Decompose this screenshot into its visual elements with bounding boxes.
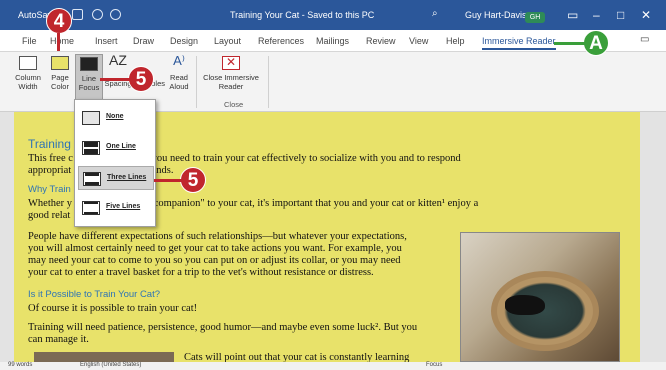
group-label-close: Close	[224, 100, 244, 109]
redo-icon[interactable]	[110, 9, 121, 20]
undo-icon[interactable]	[92, 9, 103, 20]
group-divider	[268, 56, 269, 108]
column-width-icon	[19, 56, 37, 70]
tab-file[interactable]: File	[22, 36, 37, 46]
read-aloud-icon: A⁾	[173, 53, 185, 68]
line-focus-dropdown: None One Line Three Lines Five Lines	[74, 99, 156, 227]
callout-arrow	[554, 42, 585, 45]
tab-layout[interactable]: Layout	[214, 36, 241, 46]
line-focus-five-lines-option[interactable]: Five Lines	[78, 196, 154, 220]
body-line: good relat	[28, 210, 71, 221]
tab-view[interactable]: View	[409, 36, 428, 46]
close-icon[interactable]: ✕	[641, 8, 651, 22]
body-line: Training will need patience, persistence…	[28, 322, 418, 333]
tab-help[interactable]: Help	[446, 36, 465, 46]
step-a-callout: A	[583, 30, 609, 56]
five-lines-icon	[82, 201, 100, 215]
comments-icon[interactable]: ▭	[640, 34, 649, 45]
line-focus-three-lines-option[interactable]: Three Lines	[78, 166, 154, 190]
tab-references[interactable]: References	[258, 36, 304, 46]
minimize-icon[interactable]: –	[593, 8, 600, 22]
tab-mailings[interactable]: Mailings	[316, 36, 349, 46]
body-line: may need your cat to come to you so you …	[28, 255, 401, 266]
group-divider	[196, 56, 197, 108]
body-line: People have different expectations of su…	[28, 231, 407, 242]
callout-arrow	[154, 179, 182, 182]
line-focus-one-line-option[interactable]: One Line	[78, 136, 154, 160]
language-indicator[interactable]: English (United States)	[80, 362, 141, 368]
second-photo	[34, 352, 174, 362]
cat-in-basket-photo	[460, 232, 620, 362]
line-focus-button[interactable]: Line Focus	[75, 54, 103, 100]
tab-design[interactable]: Design	[170, 36, 198, 46]
body-line: your cat to enter a travel basket for a …	[28, 267, 374, 278]
save-icon[interactable]	[72, 9, 83, 20]
word-count[interactable]: 99 words	[8, 362, 32, 368]
step-4-callout: 4	[46, 8, 72, 34]
line-focus-icon	[80, 57, 98, 71]
text-spacing-icon: AZ	[109, 52, 127, 68]
page-color-button[interactable]: Page Color	[46, 56, 74, 91]
column-width-button[interactable]: Column Width	[12, 56, 44, 91]
close-immersive-reader-button[interactable]: ✕ Close Immersive Reader	[200, 56, 262, 91]
line-focus-none-option[interactable]: None	[78, 106, 154, 130]
callout-arrow	[57, 33, 60, 51]
cat-shape	[505, 295, 545, 315]
search-icon[interactable]: ⌕	[432, 8, 438, 19]
tab-immersive-reader[interactable]: Immersive Reader	[482, 36, 556, 50]
status-bar: 99 words English (United States) Focus	[0, 362, 666, 370]
body-line: Cats will point out that your cat is con…	[184, 352, 410, 362]
page-color-icon	[51, 56, 69, 70]
ribbon-tabs: File Home Insert Draw Design Layout Refe…	[0, 30, 666, 52]
body-line: Of course it is possible to train your c…	[28, 303, 198, 314]
step-5-callout-ribbon: 5	[128, 66, 154, 92]
document-title: Training Your Cat - Saved to this PC	[230, 10, 375, 20]
tab-review[interactable]: Review	[366, 36, 396, 46]
close-reader-icon: ✕	[222, 56, 240, 70]
tab-insert[interactable]: Insert	[95, 36, 118, 46]
three-lines-icon	[83, 172, 101, 186]
ribbon-display-icon[interactable]: ▭	[567, 8, 578, 22]
tab-home[interactable]: Home	[50, 36, 74, 46]
avatar[interactable]: GH	[525, 12, 545, 23]
restore-icon[interactable]: □	[617, 8, 624, 22]
tab-draw[interactable]: Draw	[133, 36, 154, 46]
callout-arrow	[100, 78, 130, 81]
read-aloud-button[interactable]: A⁾ Read Aloud	[166, 53, 192, 91]
user-name[interactable]: Guy Hart-Davis	[465, 10, 527, 20]
body-line: can manage it.	[28, 334, 89, 345]
subheading-why-train: Why Train	[28, 184, 71, 195]
title-bar: AutoSave Training Your Cat - Saved to th…	[0, 0, 666, 30]
step-5-callout-menu: 5	[180, 167, 206, 193]
none-lines-icon	[82, 111, 100, 125]
heading-training: Training	[28, 137, 71, 151]
subheading-possible: Is it Possible to Train Your Cat?	[28, 289, 161, 300]
body-line: you will almost certainly need to get yo…	[28, 243, 402, 254]
focus-mode-button[interactable]: Focus	[426, 362, 442, 368]
one-line-icon	[82, 141, 100, 155]
